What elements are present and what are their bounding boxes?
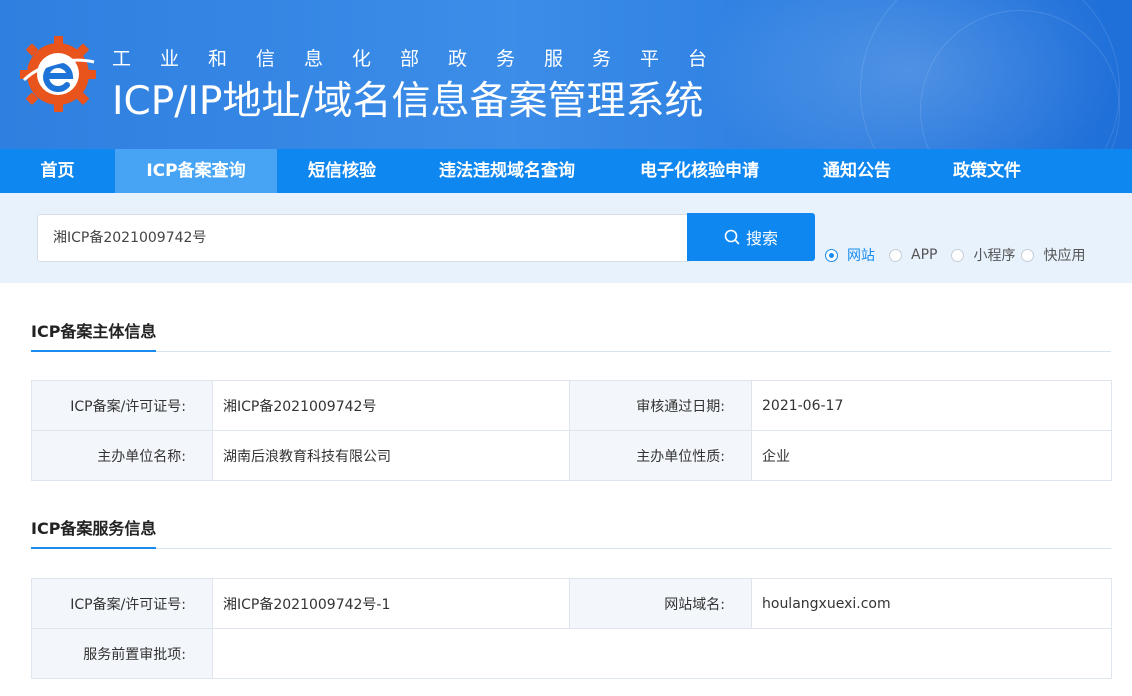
miit-logo-icon: [20, 36, 96, 112]
search-button[interactable]: 搜索: [687, 213, 815, 261]
field-label: ICP备案/许可证号:: [31, 578, 213, 629]
nav-item-notices[interactable]: 通知公告: [792, 149, 922, 193]
radio-mini-program-label: 小程序: [973, 248, 1016, 264]
search-panel: 湘ICP备2021009742号 搜索 网站 APP 小程序 快应用: [0, 193, 1132, 283]
field-value: [212, 628, 1112, 679]
subject-info-title: ICP备案主体信息: [31, 318, 157, 352]
field-value: 企业: [751, 430, 1112, 481]
radio-unchecked-icon: [951, 248, 965, 262]
header-banner: 工业和信息化部政务服务平台 ICP/IP地址/域名信息备案管理系统: [0, 0, 1132, 149]
service-info-section-header: ICP备案服务信息: [31, 515, 1111, 549]
header-subtitle: 工业和信息化部政务服务平台: [112, 48, 737, 70]
table-row: ICP备案/许可证号: 湘ICP备2021009742号-1 网站域名: hou…: [31, 578, 1112, 629]
nav-item-policy-docs[interactable]: 政策文件: [922, 149, 1052, 193]
search-button-label: 搜索: [745, 229, 778, 248]
field-value: 湘ICP备2021009742号: [212, 380, 570, 431]
subject-info-section-header: ICP备案主体信息: [31, 318, 1111, 352]
field-value: 湖南后浪教育科技有限公司: [212, 430, 570, 481]
table-row: 主办单位名称: 湖南后浪教育科技有限公司 主办单位性质: 企业: [31, 430, 1112, 481]
radio-unchecked-icon: [1021, 248, 1035, 262]
table-row: 服务前置审批项:: [31, 628, 1112, 679]
field-label: 主办单位名称:: [31, 430, 213, 481]
nav-item-illegal-domain-query[interactable]: 违法违规域名查询: [407, 149, 607, 193]
radio-quick-app[interactable]: 快应用: [1021, 245, 1085, 265]
radio-unchecked-icon: [889, 248, 902, 262]
field-label: 网站域名:: [569, 578, 752, 629]
search-input[interactable]: 湘ICP备2021009742号: [37, 214, 689, 262]
service-info-title: ICP备案服务信息: [31, 515, 157, 549]
radio-website[interactable]: 网站: [825, 245, 875, 265]
nav-item-icp-query[interactable]: ICP备案查询: [115, 149, 277, 193]
search-type-radio-group: 网站 APP 小程序 快应用: [825, 245, 1099, 265]
radio-app[interactable]: APP: [889, 247, 937, 263]
nav-item-e-verify-apply[interactable]: 电子化核验申请: [607, 149, 792, 193]
field-label: 服务前置审批项:: [31, 628, 213, 679]
radio-app-label: APP: [911, 247, 938, 263]
radio-quick-app-label: 快应用: [1043, 248, 1086, 264]
subject-info-table: ICP备案/许可证号: 湘ICP备2021009742号 审核通过日期: 202…: [31, 380, 1112, 481]
search-icon: [724, 229, 740, 245]
service-info-table: ICP备案/许可证号: 湘ICP备2021009742号-1 网站域名: hou…: [31, 578, 1112, 679]
table-row: ICP备案/许可证号: 湘ICP备2021009742号 审核通过日期: 202…: [31, 380, 1112, 431]
field-label: 审核通过日期:: [569, 380, 752, 431]
radio-mini-program[interactable]: 小程序: [951, 245, 1015, 265]
header-title: ICP/IP地址/域名信息备案管理系统: [112, 79, 704, 124]
field-label: ICP备案/许可证号:: [31, 380, 213, 431]
field-value: houlangxuexi.com: [751, 578, 1112, 629]
main-nav: 首页 ICP备案查询 短信核验 违法违规域名查询 电子化核验申请 通知公告 政策…: [0, 149, 1132, 193]
nav-item-sms-verify[interactable]: 短信核验: [277, 149, 407, 193]
field-value: 2021-06-17: [751, 380, 1112, 431]
field-label: 主办单位性质:: [569, 430, 752, 481]
radio-checked-icon: [825, 248, 838, 262]
radio-website-label: 网站: [847, 248, 875, 264]
field-value: 湘ICP备2021009742号-1: [212, 578, 570, 629]
nav-item-home[interactable]: 首页: [0, 149, 115, 193]
